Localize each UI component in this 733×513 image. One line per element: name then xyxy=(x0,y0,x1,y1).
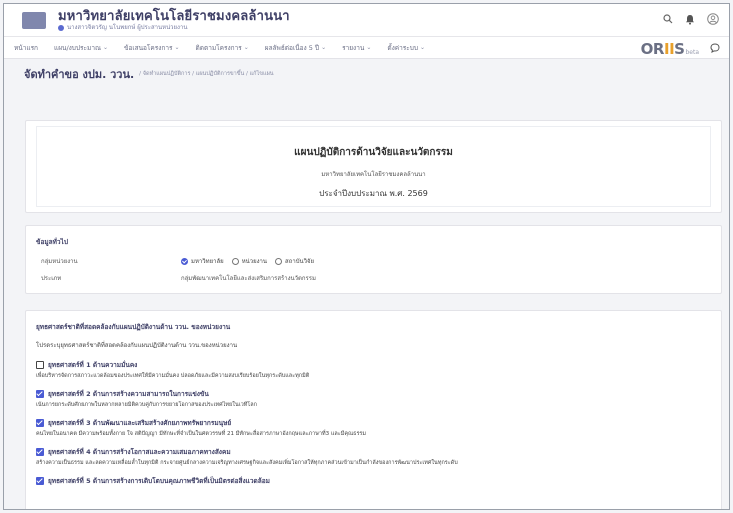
current-user-label: นางสาวจิตวรัญ นโนพยกษ์ ผู้ประสานหน่วยงาน xyxy=(67,23,188,31)
strategy-item: ยุทธศาสตร์ที่ 5 ด้านการสร้างการเติบโตบนค… xyxy=(36,476,711,486)
strategy-4-title: ยุทธศาสตร์ที่ 4 ด้านการสร้างโอกาสและความ… xyxy=(48,448,231,456)
nav-tracking-label: ติดตามโครงการ xyxy=(195,43,242,52)
radio-agency-label: หน่วยงาน xyxy=(241,258,268,265)
chevron-down-icon: ⌄ xyxy=(419,44,426,51)
type-value: กลุ่มพัฒนาเทคโนโลยีและส่งเสริมการสร้างนว… xyxy=(181,275,316,282)
strategy-item: ยุทธศาสตร์ที่ 2 ด้านการสร้างความสามารถใน… xyxy=(36,389,711,409)
oriis-beta-label: beta xyxy=(685,49,699,56)
strategy-3-title: ยุทธศาสตร์ที่ 3 ด้านพัฒนาและเสริมสร้างศั… xyxy=(48,419,232,427)
nav-settings-label: ตั้งค่าระบบ xyxy=(387,43,418,52)
nav-proposals-label: ข้อเสนอโครงการ xyxy=(124,43,173,52)
breadcrumb[interactable]: / จัดทำแผนปฏิบัติการ / แผนปฏิบัติการขาขึ… xyxy=(139,70,273,78)
bell-icon[interactable] xyxy=(685,14,695,25)
strategy-instructions: โปรดระบุยุทธศาสตร์ชาติที่สอดคล้องกับแผนป… xyxy=(36,342,238,349)
national-strategy-card: ยุทธศาสตร์ชาติที่สอดคล้องกับแผนปฏิบัติงา… xyxy=(25,310,722,509)
avatar-icon[interactable] xyxy=(707,13,719,25)
nav-plan-budget-label: แผน/งบประมาณ xyxy=(54,43,102,52)
strategy-2-title: ยุทธศาสตร์ที่ 2 ด้านการสร้างความสามารถใน… xyxy=(48,390,209,398)
radio-agency[interactable]: หน่วยงาน xyxy=(231,256,268,266)
radio-unchecked-icon xyxy=(231,257,239,265)
strategy-3-desc: คนไทยในอนาคต มีความพร้อมทั้งกาย ใจ สติปั… xyxy=(36,431,366,437)
nav-home[interactable]: หน้าแรก xyxy=(14,43,38,53)
strategy-item: ยุทธศาสตร์ที่ 4 ด้านการสร้างโอกาสและความ… xyxy=(36,447,711,467)
chevron-down-icon: ⌄ xyxy=(366,44,372,51)
chevron-down-icon: ⌄ xyxy=(321,44,327,51)
checkbox-checked-icon xyxy=(36,390,44,398)
university-logo[interactable] xyxy=(22,11,46,29)
strategy-2-checkbox[interactable]: ยุทธศาสตร์ที่ 2 ด้านการสร้างความสามารถใน… xyxy=(36,389,711,399)
plan-header-card: แผนปฏิบัติการด้านวิจัยและนวัตกรรม มหาวิท… xyxy=(25,120,722,213)
checkbox-checked-icon xyxy=(36,477,44,485)
university-name: มหาวิทยาลัยเทคโนโลยีราชมงคลล้านนา xyxy=(58,8,290,24)
nav-proposals[interactable]: ข้อเสนอโครงการ ⌄ xyxy=(124,43,180,53)
strategy-1-checkbox[interactable]: ยุทธศาสตร์ที่ 1 ด้านความมั่นคง xyxy=(36,360,711,370)
app-window: มหาวิทยาลัยเทคโนโลยีราชมงคลล้านนา นางสาว… xyxy=(3,3,730,510)
strategy-1-title: ยุทธศาสตร์ที่ 1 ด้านความมั่นคง xyxy=(48,361,138,369)
type-row: ประเภท กลุ่มพัฒนาเทคโนโลยีและส่งเสริมการ… xyxy=(36,273,711,283)
radio-university[interactable]: มหาวิทยาลัย xyxy=(181,256,224,266)
general-info-title: ข้อมูลทั่วไป xyxy=(36,238,68,246)
plan-header-box: แผนปฏิบัติการด้านวิจัยและนวัตกรรม มหาวิท… xyxy=(36,126,711,207)
header-actions xyxy=(663,13,719,25)
nav-tracking[interactable]: ติดตามโครงการ ⌄ xyxy=(196,43,249,53)
general-info-card: ข้อมูลทั่วไป กลุ่มหน่วยงาน มหาวิทยาลัย ห… xyxy=(25,225,722,294)
chevron-down-icon: ⌄ xyxy=(103,44,109,51)
strategy-1-desc: เพื่อบริหารจัดการสภาวะแวดล้อมของประเทศให… xyxy=(36,373,310,379)
university-block: มหาวิทยาลัยเทคโนโลยีราชมงคลล้านนา นางสาว… xyxy=(58,9,290,32)
plan-title: แผนปฏิบัติการด้านวิจัยและนวัตกรรม xyxy=(294,147,453,158)
nav-outcomes-label: ผลลัพธ์ต่อเนื่อง 5 ปี xyxy=(264,43,320,52)
strategy-5-title: ยุทธศาสตร์ที่ 5 ด้านการสร้างการเติบโตบนค… xyxy=(48,477,270,485)
top-header: มหาวิทยาลัยเทคโนโลยีราชมงคลล้านนา นางสาว… xyxy=(4,4,729,37)
strategy-4-checkbox[interactable]: ยุทธศาสตร์ที่ 4 ด้านการสร้างโอกาสและความ… xyxy=(36,447,711,457)
radio-institute-label: สถาบันวิจัย xyxy=(285,258,315,265)
strategy-2-desc: เน้นการยกระดับศักยภาพในหลากหลายมิติควบคู… xyxy=(36,402,257,408)
checkbox-checked-icon xyxy=(36,448,44,456)
radio-university-label: มหาวิทยาลัย xyxy=(191,258,224,265)
page-header: จัดทำคำขอ งปม. ววน. / จัดทำแผนปฏิบัติการ… xyxy=(4,59,729,89)
oriis-logo[interactable]: ORIIS beta xyxy=(641,40,699,58)
strategy-item: ยุทธศาสตร์ที่ 1 ด้านความมั่นคง เพื่อบริห… xyxy=(36,360,711,380)
strategy-title: ยุทธศาสตร์ชาติที่สอดคล้องกับแผนปฏิบัติงา… xyxy=(36,323,231,331)
radio-checked-icon xyxy=(181,257,188,265)
plan-organization: มหาวิทยาลัยเทคโนโลยีราชมงคลล้านนา xyxy=(321,171,426,178)
radio-institute[interactable]: สถาบันวิจัย xyxy=(275,256,314,266)
checkbox-unchecked-icon xyxy=(36,361,44,369)
chevron-down-icon: ⌄ xyxy=(174,44,180,51)
plan-fiscal-year: ประจำปีงบประมาณ พ.ศ. 2569 xyxy=(319,189,428,198)
org-group-label: กลุ่มหน่วยงาน xyxy=(41,258,78,265)
strategy-3-checkbox[interactable]: ยุทธศาสตร์ที่ 3 ด้านพัฒนาและเสริมสร้างศั… xyxy=(36,418,711,428)
nav-reports[interactable]: รายงาน ⌄ xyxy=(342,43,371,53)
oriis-brand: ORIIS xyxy=(640,40,685,58)
nav-outcomes[interactable]: ผลลัพธ์ต่อเนื่อง 5 ปี ⌄ xyxy=(265,43,326,53)
nav-settings[interactable]: ตั้งค่าระบบ ⌄ xyxy=(387,43,425,53)
checkbox-checked-icon xyxy=(36,419,44,427)
chevron-down-icon: ⌄ xyxy=(243,44,249,51)
nav-home-label: หน้าแรก xyxy=(14,43,38,52)
chat-icon[interactable] xyxy=(710,43,720,53)
strategy-4-desc: สร้างความเป็นธรรม และลดความเหลื่อมล้ำในท… xyxy=(36,460,458,466)
type-label: ประเภท xyxy=(41,275,62,282)
search-icon[interactable] xyxy=(663,14,673,24)
user-icon xyxy=(58,24,64,31)
strategy-item: ยุทธศาสตร์ที่ 3 ด้านพัฒนาและเสริมสร้างศั… xyxy=(36,418,711,438)
main-nav: หน้าแรก แผน/งบประมาณ ⌄ ข้อเสนอโครงการ ⌄ ติ… xyxy=(4,37,729,59)
radio-unchecked-icon xyxy=(275,257,283,265)
strategy-5-checkbox[interactable]: ยุทธศาสตร์ที่ 5 ด้านการสร้างการเติบโตบนค… xyxy=(36,476,711,486)
nav-reports-label: รายงาน xyxy=(342,43,365,52)
nav-plan-budget[interactable]: แผน/งบประมาณ ⌄ xyxy=(54,43,108,53)
org-group-row: กลุ่มหน่วยงาน มหาวิทยาลัย หน่วยงาน สถาบั… xyxy=(36,256,711,266)
current-user[interactable]: นางสาวจิตวรัญ นโนพยกษ์ ผู้ประสานหน่วยงาน xyxy=(58,24,290,32)
page-title: จัดทำคำขอ งปม. ววน. xyxy=(24,68,135,81)
